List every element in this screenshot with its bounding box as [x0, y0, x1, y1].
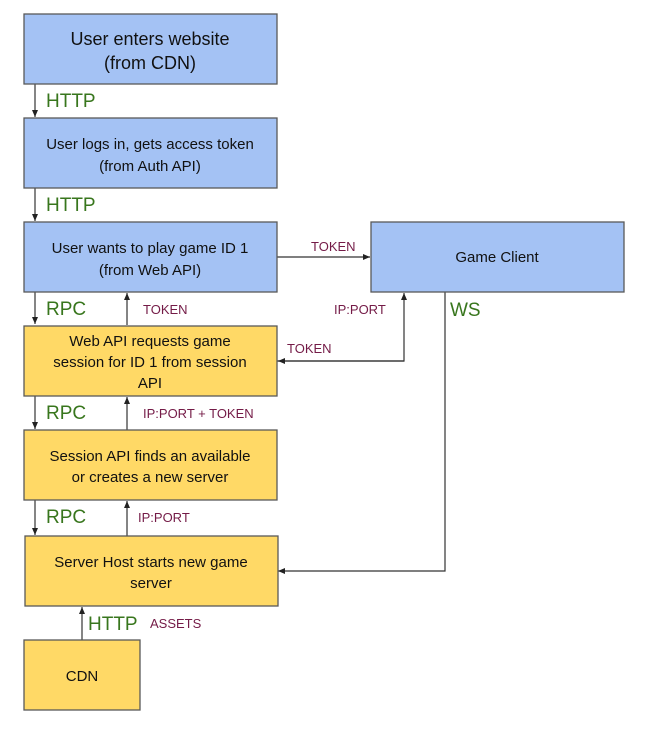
node-enter-website: User enters website (from CDN) — [23, 13, 278, 85]
edge-label-token: TOKEN — [311, 239, 356, 254]
edge-label-rpc: RPC — [46, 403, 86, 424]
node-label: (from CDN) — [104, 53, 196, 73]
edge-label-token: TOKEN — [287, 341, 332, 356]
node-label: Web API requests game — [69, 333, 230, 350]
edge-label-ipport: IP:PORT — [334, 302, 386, 317]
edge-label-http: HTTP — [46, 91, 96, 112]
edge-label-assets: ASSETS — [150, 616, 202, 631]
node-label: (from Auth API) — [99, 158, 201, 175]
edge-label-http: HTTP — [88, 614, 138, 635]
node-web-api: Web API requests game session for ID 1 f… — [23, 325, 278, 397]
edge-label-ipport-token: IP:PORT + TOKEN — [143, 406, 254, 421]
edge-label-rpc: RPC — [46, 299, 86, 320]
edge-label-token: TOKEN — [143, 302, 188, 317]
node-label: User logs in, gets access token — [46, 136, 254, 153]
edge-label-rpc: RPC — [46, 507, 86, 528]
arrow-client-to-host — [278, 292, 446, 574]
node-label: or creates a new server — [72, 469, 229, 486]
node-label: Game Client — [455, 249, 539, 266]
architecture-diagram: User enters website (from CDN) User logs… — [23, 13, 625, 711]
node-login: User logs in, gets access token (from Au… — [23, 117, 278, 189]
node-label: User wants to play game ID 1 — [52, 240, 249, 257]
node-label: session for ID 1 from session — [53, 354, 246, 371]
edge-label-http: HTTP — [46, 195, 96, 216]
node-session-api: Session API finds an available or create… — [23, 429, 278, 501]
node-label: server — [130, 575, 172, 592]
node-label: CDN — [66, 668, 99, 685]
node-label: API — [138, 375, 162, 392]
node-label: (from Web API) — [99, 262, 201, 279]
node-label: Session API finds an available — [50, 448, 251, 465]
edge-label-ipport: IP:PORT — [138, 510, 190, 525]
node-cdn: CDN — [23, 639, 141, 711]
node-server-host: Server Host starts new game server — [24, 535, 279, 607]
edge-label-ws: WS — [450, 300, 481, 321]
node-label: Server Host starts new game — [54, 554, 247, 571]
node-game-client: Game Client — [370, 221, 625, 293]
node-play-game: User wants to play game ID 1 (from Web A… — [23, 221, 278, 293]
node-label: User enters website — [70, 29, 229, 49]
